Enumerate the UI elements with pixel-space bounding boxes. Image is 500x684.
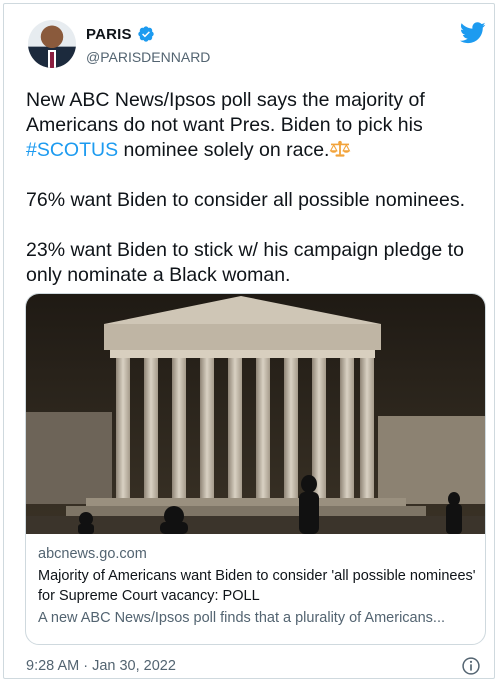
hashtag-link[interactable]: #SCOTUS <box>26 139 118 161</box>
tweet-text-part: nominee solely on race. <box>118 139 330 161</box>
tweet-timestamp[interactable]: 9:28 AM · Jan 30, 2022 <box>26 658 176 674</box>
tweet-card: PARIS @PARISDENNARD New ABC News/Ipsos p… <box>3 3 495 679</box>
link-title[interactable]: Majority of Americans want Biden to cons… <box>38 566 478 606</box>
balance-scale-icon <box>330 140 351 157</box>
tweet-paragraph-3: 23% want Biden to stick w/ his campaign … <box>26 239 464 286</box>
tweet-paragraph-2: 76% want Biden to consider all possible … <box>26 189 466 211</box>
verified-badge-icon <box>138 26 154 42</box>
link-preview-meta: abcnews.go.com Majority of Americans wan… <box>38 544 478 628</box>
twitter-bird-icon[interactable] <box>460 22 486 44</box>
author-name[interactable]: PARIS <box>86 26 132 43</box>
link-preview-card[interactable]: abcnews.go.com Majority of Americans wan… <box>25 293 486 645</box>
author-handle[interactable]: @PARISDENNARD <box>86 49 210 65</box>
supreme-court-photo[interactable] <box>26 294 485 534</box>
link-description: A new ABC News/Ipsos poll finds that a p… <box>38 610 445 626</box>
avatar[interactable] <box>28 20 76 68</box>
tweet-body: New ABC News/Ipsos poll says the majorit… <box>26 88 486 313</box>
tweet-text-part: New ABC News/Ipsos poll says the majorit… <box>26 89 425 136</box>
tweet-paragraph-1: New ABC News/Ipsos poll says the majorit… <box>26 88 486 163</box>
link-domain: abcnews.go.com <box>38 546 147 562</box>
info-icon[interactable] <box>461 656 481 676</box>
avatar-tie <box>50 52 54 68</box>
